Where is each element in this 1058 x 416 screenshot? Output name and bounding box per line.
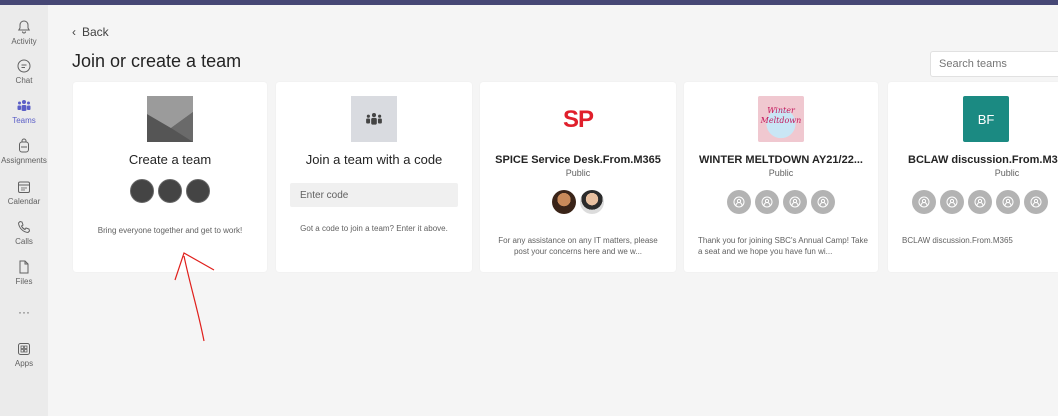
person-icon bbox=[918, 196, 930, 208]
create-team-card[interactable]: Create a team Bring everyone together an… bbox=[73, 82, 267, 272]
team-visibility: Public bbox=[994, 168, 1020, 178]
phone-icon bbox=[17, 220, 31, 234]
page-title: Join or create a team bbox=[72, 51, 242, 71]
card-description: Got a code to join a team? Enter it abov… bbox=[300, 224, 448, 233]
avatar-group bbox=[73, 179, 267, 203]
card-title: WINTER MELTDOWN AY21/22... bbox=[698, 154, 863, 166]
chat-icon bbox=[17, 59, 31, 73]
rail-item-assignments[interactable]: Assignments bbox=[0, 138, 48, 165]
person-icon bbox=[761, 196, 773, 208]
card-description: Thank you for joining SBC's Annual Camp!… bbox=[698, 236, 868, 256]
rail-item-activity[interactable]: Activity bbox=[0, 19, 48, 46]
card-description: For any assistance on any IT matters, pl… bbox=[498, 236, 658, 256]
avatar bbox=[552, 190, 576, 214]
avatar bbox=[1024, 190, 1048, 214]
person-icon bbox=[1030, 196, 1042, 208]
rail-item-files[interactable]: Files bbox=[0, 259, 48, 286]
avatar bbox=[186, 179, 210, 203]
card-title: BCLAW discussion.From.M365 bbox=[908, 154, 1058, 166]
card-description: Bring everyone together and get to work! bbox=[97, 226, 243, 235]
team-visibility: Public bbox=[565, 168, 591, 178]
person-icon bbox=[974, 196, 986, 208]
rail-label: Chat bbox=[15, 76, 33, 85]
rail-label: Activity bbox=[11, 37, 37, 46]
rail-item-apps[interactable]: Apps bbox=[0, 341, 48, 368]
avatar bbox=[755, 190, 779, 214]
card-title: Join a team with a code bbox=[305, 152, 443, 167]
back-button[interactable]: ‹ Back bbox=[72, 25, 109, 39]
avatar-group bbox=[480, 190, 676, 214]
team-logo: BF bbox=[963, 96, 1009, 142]
teams-icon bbox=[366, 113, 382, 125]
person-icon bbox=[817, 196, 829, 208]
card-description: BCLAW discussion.From.M365 bbox=[902, 236, 1013, 245]
team-logo-text: Winter Meltdown bbox=[760, 106, 802, 125]
calendar-icon bbox=[18, 181, 30, 193]
rail-item-chat[interactable]: Chat bbox=[0, 58, 48, 85]
bell-icon bbox=[17, 20, 31, 34]
team-logo: SP bbox=[562, 106, 594, 133]
card-title: SPICE Service Desk.From.M365 bbox=[495, 154, 661, 166]
avatar bbox=[158, 179, 182, 203]
more-apps-button[interactable]: ··· bbox=[0, 305, 48, 319]
rail-label: Teams bbox=[12, 116, 36, 125]
card-title: Create a team bbox=[128, 152, 212, 167]
avatar bbox=[783, 190, 807, 214]
team-code-input[interactable] bbox=[290, 183, 458, 207]
avatar-group bbox=[684, 190, 878, 214]
join-team-card: Join a team with a code Got a code to jo… bbox=[276, 82, 472, 272]
rail-label: Files bbox=[15, 277, 33, 286]
avatar bbox=[940, 190, 964, 214]
avatar bbox=[580, 190, 604, 214]
avatar bbox=[130, 179, 154, 203]
more-icon: ··· bbox=[18, 305, 30, 319]
rail-label: Assignments bbox=[1, 156, 47, 165]
teams-icon bbox=[17, 100, 31, 111]
avatar bbox=[727, 190, 751, 214]
rail-label: Calls bbox=[15, 237, 33, 246]
app-rail: Activity Chat Teams Assignments Calendar… bbox=[0, 5, 48, 416]
join-team-image bbox=[351, 96, 397, 142]
team-visibility: Public bbox=[768, 168, 794, 178]
person-icon bbox=[789, 196, 801, 208]
main-content: ‹ Back Join or create a team Create a te… bbox=[48, 5, 1058, 416]
file-icon bbox=[19, 260, 29, 274]
team-placeholder-image bbox=[147, 96, 193, 142]
avatar-group bbox=[912, 190, 1058, 214]
rail-label: Calendar bbox=[7, 197, 41, 206]
rail-label: Apps bbox=[14, 359, 34, 368]
chevron-left-icon: ‹ bbox=[72, 25, 76, 39]
rail-item-calls[interactable]: Calls bbox=[0, 219, 48, 246]
team-card-winter-meltdown[interactable]: Winter Meltdown WINTER MELTDOWN AY21/22.… bbox=[684, 82, 878, 272]
back-label: Back bbox=[82, 25, 109, 39]
rail-item-calendar[interactable]: Calendar bbox=[0, 179, 48, 206]
avatar bbox=[968, 190, 992, 214]
search-teams-input[interactable] bbox=[930, 51, 1058, 77]
team-logo: Winter Meltdown bbox=[758, 96, 804, 142]
rail-item-teams[interactable]: Teams bbox=[0, 98, 48, 125]
team-card-spice[interactable]: SP SPICE Service Desk.From.M365 Public F… bbox=[480, 82, 676, 272]
person-icon bbox=[1002, 196, 1014, 208]
avatar bbox=[912, 190, 936, 214]
avatar bbox=[996, 190, 1020, 214]
backpack-icon bbox=[19, 138, 29, 153]
team-card-bclaw[interactable]: BF BCLAW discussion.From.M365 Public BCL… bbox=[888, 82, 1058, 272]
avatar bbox=[811, 190, 835, 214]
apps-icon bbox=[18, 343, 30, 355]
person-icon bbox=[946, 196, 958, 208]
person-icon bbox=[733, 196, 745, 208]
